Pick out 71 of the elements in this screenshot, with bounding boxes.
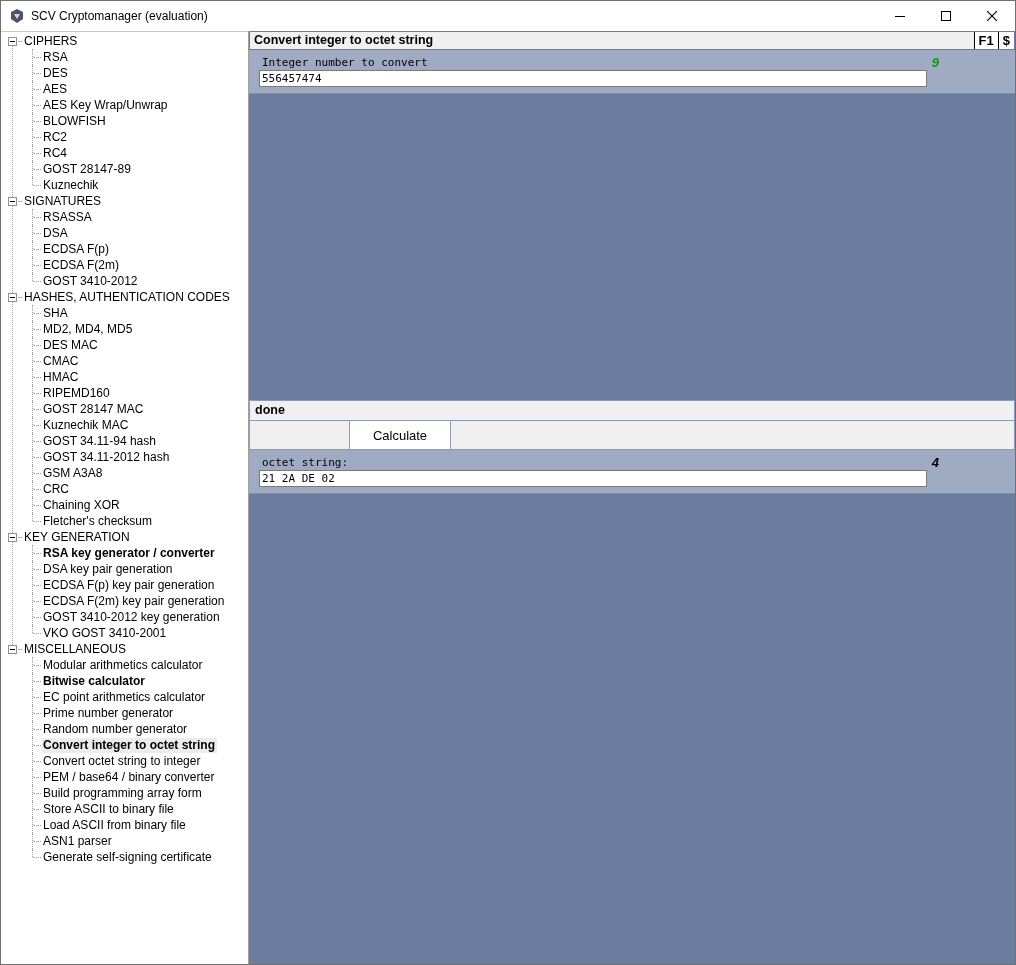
tree-item[interactable]: GOST 34.11-2012 hash bbox=[42, 449, 172, 465]
tree-item[interactable]: DES MAC bbox=[42, 337, 100, 353]
input-field[interactable]: 556457474 bbox=[259, 70, 927, 87]
tree-item[interactable]: RSA bbox=[42, 49, 70, 65]
tree-item[interactable]: ECDSA F(p) bbox=[42, 241, 111, 257]
tree-item[interactable]: ECDSA F(p) key pair generation bbox=[42, 577, 217, 593]
tree-item[interactable]: AES bbox=[42, 81, 69, 97]
tree-item[interactable]: EC point arithmetics calculator bbox=[42, 689, 208, 705]
tree-item[interactable]: Store ASCII to binary file bbox=[42, 801, 176, 817]
tree-group[interactable]: SIGNATURES bbox=[24, 194, 102, 208]
output-field[interactable]: 21 2A DE 02 bbox=[259, 470, 927, 487]
tree-item[interactable]: Convert octet string to integer bbox=[42, 753, 203, 769]
tree-item[interactable]: GOST 3410-2012 bbox=[42, 273, 140, 289]
tree-item[interactable]: Kuznechik MAC bbox=[42, 417, 131, 433]
tree-item[interactable]: Convert integer to octet string bbox=[42, 737, 217, 753]
status-text: done bbox=[255, 403, 285, 417]
collapse-icon[interactable] bbox=[8, 644, 17, 654]
tree-item[interactable]: GOST 34.11-94 hash bbox=[42, 433, 158, 449]
collapse-icon[interactable] bbox=[8, 292, 17, 302]
tree-item[interactable]: CRC bbox=[42, 481, 71, 497]
tree-item[interactable]: GOST 28147 MAC bbox=[42, 401, 146, 417]
tree-item[interactable]: Chaining XOR bbox=[42, 497, 122, 513]
tree-item[interactable]: VKO GOST 3410-2001 bbox=[42, 625, 169, 641]
tree-item[interactable]: GSM A3A8 bbox=[42, 465, 105, 481]
tree-item[interactable]: RSA key generator / converter bbox=[42, 545, 217, 561]
tree-item[interactable]: Modular arithmetics calculator bbox=[42, 657, 205, 673]
collapse-icon[interactable] bbox=[8, 196, 17, 206]
collapse-icon[interactable] bbox=[8, 532, 17, 542]
tree-item[interactable]: Kuznechik bbox=[42, 177, 101, 193]
tree-item[interactable]: Generate self-signing certificate bbox=[42, 849, 214, 865]
tree-item[interactable]: RSASSA bbox=[42, 209, 94, 225]
tree-item[interactable]: CMAC bbox=[42, 353, 81, 369]
tree-item[interactable]: HMAC bbox=[42, 369, 81, 385]
tree-group[interactable]: HASHES, AUTHENTICATION CODES bbox=[24, 290, 230, 304]
tree-item[interactable]: Build programming array form bbox=[42, 785, 204, 801]
tree-group[interactable]: KEY GENERATION bbox=[24, 530, 130, 544]
tree-item[interactable]: ASN1 parser bbox=[42, 833, 114, 849]
calculate-button[interactable]: Calculate bbox=[349, 421, 451, 449]
tree-item[interactable]: SHA bbox=[42, 305, 70, 321]
close-icon[interactable] bbox=[987, 11, 997, 21]
maximize-icon[interactable] bbox=[941, 11, 951, 21]
digit-count: 9 bbox=[931, 54, 939, 70]
field-label: octet string: bbox=[261, 455, 349, 469]
tree-item[interactable]: DES bbox=[42, 65, 70, 81]
tree-item[interactable]: Prime number generator bbox=[42, 705, 176, 721]
tree-item[interactable]: GOST 28147-89 bbox=[42, 161, 133, 177]
tree-item[interactable]: MD2, MD4, MD5 bbox=[42, 321, 135, 337]
collapse-icon[interactable] bbox=[8, 36, 17, 46]
tree-item[interactable]: ECDSA F(2m) key pair generation bbox=[42, 593, 227, 609]
tree-item[interactable]: AES Key Wrap/Unwrap bbox=[42, 97, 170, 113]
tree-item[interactable]: PEM / base64 / binary converter bbox=[42, 769, 217, 785]
tree-group[interactable]: CIPHERS bbox=[24, 34, 78, 48]
header-button[interactable]: F1 bbox=[973, 32, 998, 49]
tree-item[interactable]: RC4 bbox=[42, 145, 69, 161]
field-label: Integer number to convert bbox=[261, 55, 428, 69]
shield-icon bbox=[9, 8, 25, 24]
tree-item[interactable]: Fletcher's checksum bbox=[42, 513, 154, 529]
window-title: SCV Cryptomanager (evaluation) bbox=[31, 9, 208, 23]
tree-item[interactable]: DSA key pair generation bbox=[42, 561, 175, 577]
tree-item[interactable]: Bitwise calculator bbox=[42, 673, 148, 689]
tree-item[interactable]: Load ASCII from binary file bbox=[42, 817, 188, 833]
tree-item[interactable]: Random number generator bbox=[42, 721, 190, 737]
byte-count: 4 bbox=[931, 454, 939, 470]
tree-item[interactable]: RC2 bbox=[42, 129, 69, 145]
tree-item[interactable]: RIPEMD160 bbox=[42, 385, 112, 401]
tree-item[interactable]: GOST 3410-2012 key generation bbox=[42, 609, 222, 625]
panel-title: Convert integer to octet string bbox=[253, 32, 435, 49]
tree-group[interactable]: MISCELLANEOUS bbox=[24, 642, 127, 656]
tree-item[interactable]: BLOWFISH bbox=[42, 113, 108, 129]
tree-item[interactable]: DSA bbox=[42, 225, 70, 241]
tree-item[interactable]: ECDSA F(2m) bbox=[42, 257, 121, 273]
